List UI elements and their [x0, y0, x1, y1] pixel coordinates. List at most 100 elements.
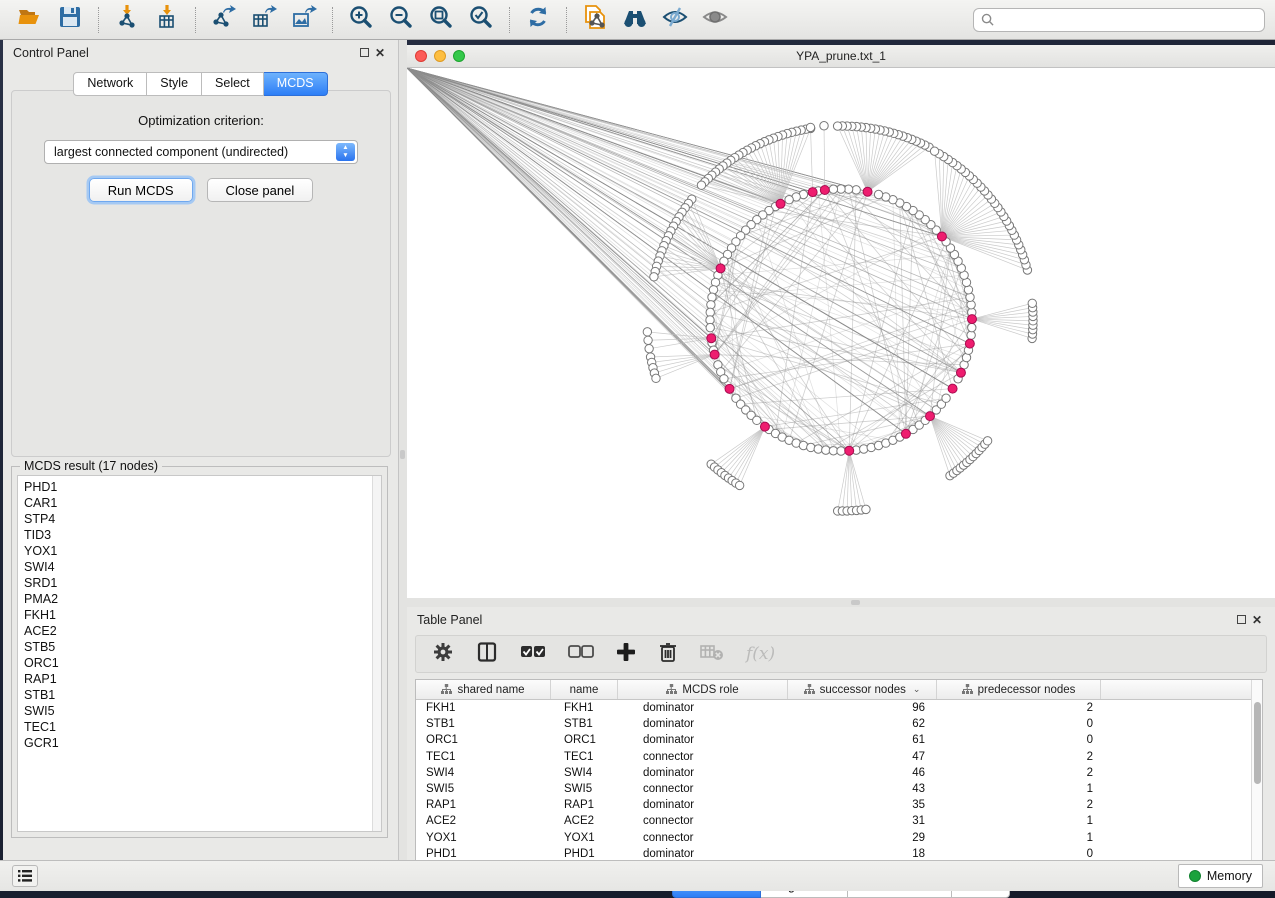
- mcds-hub-node[interactable]: [808, 188, 817, 197]
- mcds-hub-node[interactable]: [710, 350, 719, 359]
- mcds-result-item[interactable]: SWI5: [24, 703, 381, 719]
- table-row[interactable]: ACE2ACE2connector311: [416, 813, 1251, 829]
- mcds-result-item[interactable]: STB5: [24, 639, 381, 655]
- open-file-button[interactable]: [10, 3, 50, 37]
- zoom-in-button[interactable]: [341, 3, 381, 37]
- column-header-name[interactable]: name: [551, 680, 618, 699]
- save-session-button[interactable]: [50, 3, 90, 37]
- mcds-result-item[interactable]: FKH1: [24, 607, 381, 623]
- graph-node[interactable]: [753, 416, 761, 424]
- mcds-result-item[interactable]: RAP1: [24, 671, 381, 687]
- graph-node[interactable]: [814, 445, 822, 453]
- graph-node[interactable]: [966, 293, 974, 301]
- select-all-rows-button[interactable]: [520, 643, 546, 666]
- graph-node[interactable]: [645, 344, 653, 352]
- mcds-result-item[interactable]: SWI4: [24, 559, 381, 575]
- mcds-result-item[interactable]: TEC1: [24, 719, 381, 735]
- task-history-button[interactable]: [12, 865, 38, 887]
- mcds-hub-node[interactable]: [956, 368, 965, 377]
- table-row[interactable]: FKH1FKH1dominator962: [416, 700, 1251, 716]
- import-network-button[interactable]: [107, 3, 147, 37]
- graph-node[interactable]: [820, 122, 828, 130]
- vertical-splitter[interactable]: [399, 40, 407, 860]
- mcds-hub-node[interactable]: [845, 446, 854, 455]
- toggle-columns-button[interactable]: [476, 641, 498, 668]
- import-table-button[interactable]: [147, 3, 187, 37]
- zoom-out-button[interactable]: [381, 3, 421, 37]
- mcds-result-item[interactable]: PMA2: [24, 591, 381, 607]
- graph-node[interactable]: [735, 481, 743, 489]
- delete-column-button[interactable]: [658, 641, 678, 668]
- graph-node[interactable]: [807, 443, 815, 451]
- mcds-hub-node[interactable]: [760, 422, 769, 431]
- mcds-result-item[interactable]: ACE2: [24, 623, 381, 639]
- graph-node[interactable]: [650, 273, 658, 281]
- graph-node[interactable]: [833, 122, 841, 130]
- network-titlebar[interactable]: YPA_prune.txt_1: [407, 45, 1275, 68]
- graph-node[interactable]: [806, 123, 814, 131]
- column-header-MCDS-role[interactable]: MCDS role: [618, 680, 788, 699]
- deselect-all-rows-button[interactable]: [568, 643, 594, 666]
- mcds-hub-node[interactable]: [820, 186, 829, 195]
- table-row[interactable]: YOX1YOX1connector291: [416, 830, 1251, 846]
- mcds-hub-node[interactable]: [937, 232, 946, 241]
- graph-node[interactable]: [967, 301, 975, 309]
- hide-graphics-button[interactable]: [655, 3, 695, 37]
- column-header-shared-name[interactable]: shared name: [416, 680, 551, 699]
- export-network-button[interactable]: [204, 3, 244, 37]
- graph-node[interactable]: [706, 323, 714, 331]
- graph-node[interactable]: [709, 286, 717, 294]
- graph-node[interactable]: [968, 323, 976, 331]
- mcds-hub-node[interactable]: [965, 339, 974, 348]
- close-panel-icon[interactable]: ✕: [372, 46, 388, 60]
- search-box[interactable]: [973, 8, 1265, 32]
- mcds-hub-node[interactable]: [707, 334, 716, 343]
- graph-node[interactable]: [942, 394, 950, 402]
- search-input[interactable]: [999, 13, 1257, 27]
- add-column-button[interactable]: [616, 642, 636, 667]
- network-canvas[interactable]: [407, 68, 1275, 598]
- mcds-result-item[interactable]: TID3: [24, 527, 381, 543]
- tab-network[interactable]: Network: [73, 72, 147, 96]
- graph-node[interactable]: [697, 181, 705, 189]
- graph-node[interactable]: [829, 185, 837, 193]
- graph-node[interactable]: [983, 437, 991, 445]
- mcds-hub-node[interactable]: [716, 264, 725, 273]
- table-row[interactable]: ORC1ORC1dominator610: [416, 732, 1251, 748]
- close-table-panel-icon[interactable]: ✕: [1249, 613, 1265, 627]
- mcds-result-item[interactable]: YOX1: [24, 543, 381, 559]
- table-row[interactable]: SWI4SWI4dominator462: [416, 765, 1251, 781]
- column-header-successor-nodes[interactable]: successor nodes⌄: [788, 680, 937, 699]
- clone-network-button[interactable]: [575, 3, 615, 37]
- mcds-result-item[interactable]: STP4: [24, 511, 381, 527]
- mcds-result-item[interactable]: GCR1: [24, 735, 381, 751]
- run-mcds-button[interactable]: Run MCDS: [89, 178, 193, 202]
- float-table-panel-icon[interactable]: [1233, 613, 1249, 627]
- graph-node[interactable]: [643, 328, 651, 336]
- mcds-hub-node[interactable]: [776, 199, 785, 208]
- tab-select[interactable]: Select: [202, 72, 264, 96]
- zoom-fit-button[interactable]: [421, 3, 461, 37]
- graph-node[interactable]: [720, 375, 728, 383]
- mcds-result-item[interactable]: CAR1: [24, 495, 381, 511]
- float-panel-icon[interactable]: [356, 46, 372, 60]
- mcds-hub-node[interactable]: [926, 412, 935, 421]
- table-row[interactable]: TEC1TEC1connector472: [416, 749, 1251, 765]
- table-settings-gear-button[interactable]: [432, 641, 454, 668]
- graph-node[interactable]: [930, 147, 938, 155]
- export-image-button[interactable]: [284, 3, 324, 37]
- binoculars-button[interactable]: [615, 3, 655, 37]
- mcds-hub-node[interactable]: [725, 384, 734, 393]
- graph-node[interactable]: [644, 336, 652, 344]
- mcds-hub-node[interactable]: [863, 187, 872, 196]
- mcds-result-item[interactable]: PHD1: [24, 479, 381, 495]
- graph-node[interactable]: [860, 445, 868, 453]
- table-row[interactable]: RAP1RAP1dominator352: [416, 797, 1251, 813]
- export-table-button[interactable]: [244, 3, 284, 37]
- result-scrollbar[interactable]: [372, 476, 381, 831]
- memory-button[interactable]: Memory: [1178, 864, 1263, 888]
- mcds-hub-node[interactable]: [967, 315, 976, 324]
- horizontal-splitter[interactable]: [407, 598, 1275, 607]
- graph-node[interactable]: [862, 505, 870, 513]
- refresh-button[interactable]: [518, 3, 558, 37]
